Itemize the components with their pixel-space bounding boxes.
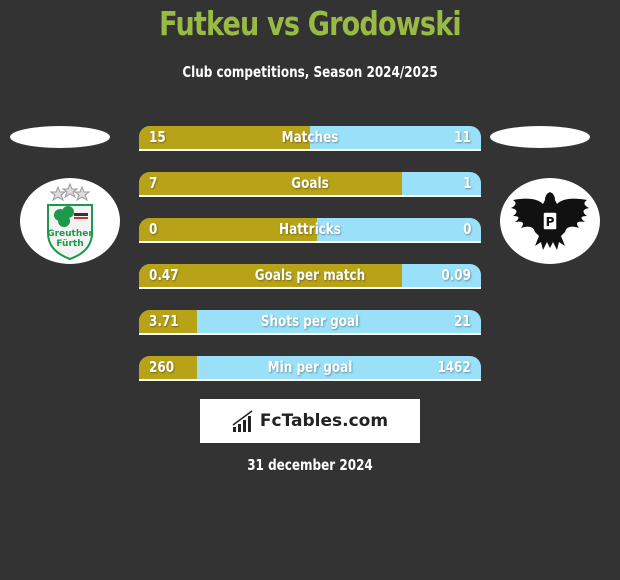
stat-row: 0.47 Goals per match 0.09 [139,264,481,289]
competition-subtitle: Club competitions, Season 2024/2025 [182,63,438,81]
stat-row: 3.71 Shots per goal 21 [139,310,481,335]
right-team-logo[interactable]: P [500,178,600,264]
preussen-muenster-eagle-icon: P [511,192,589,250]
left-value: 260 [149,358,175,376]
right-value: 11 [454,128,471,146]
fctables-brand[interactable]: FcTables.com [200,399,420,443]
right-value: 1462 [437,358,471,376]
greuther-fuerth-crest-icon: Greuther Fürth [47,182,93,261]
stat-label: Min per goal [267,358,353,376]
right-value: 0.09 [441,266,471,284]
svg-text:Greuther: Greuther [47,229,93,239]
stat-row: 15 Matches 11 [139,126,481,151]
stat-label: Goals per match [254,266,366,284]
right-value: 1 [462,174,471,192]
right-team-placeholder [490,126,590,148]
stat-label: Matches [281,128,339,146]
left-value: 15 [149,128,166,146]
stat-row: 0 Hattricks 0 [139,218,481,243]
brand-text: FcTables.com [259,411,389,431]
right-value: 0 [462,220,471,238]
left-team-logo[interactable]: Greuther Fürth [20,178,120,264]
stat-label: Goals [291,174,329,192]
svg-text:Fürth: Fürth [56,239,83,249]
stat-label: Shots per goal [260,312,360,330]
stat-label: Hattricks [279,220,341,238]
left-team-placeholder [10,126,110,148]
left-value: 0 [149,220,158,238]
date-label: 31 december 2024 [247,456,373,474]
page-title: Futkeu vs Grodowski [159,4,462,43]
svg-text:P: P [546,215,555,229]
right-value: 21 [454,312,471,330]
stat-row: 7 Goals 1 [139,172,481,197]
stat-row: 260 Min per goal 1462 [139,356,481,381]
bar-chart-icon [232,410,253,432]
left-value: 7 [149,174,158,192]
